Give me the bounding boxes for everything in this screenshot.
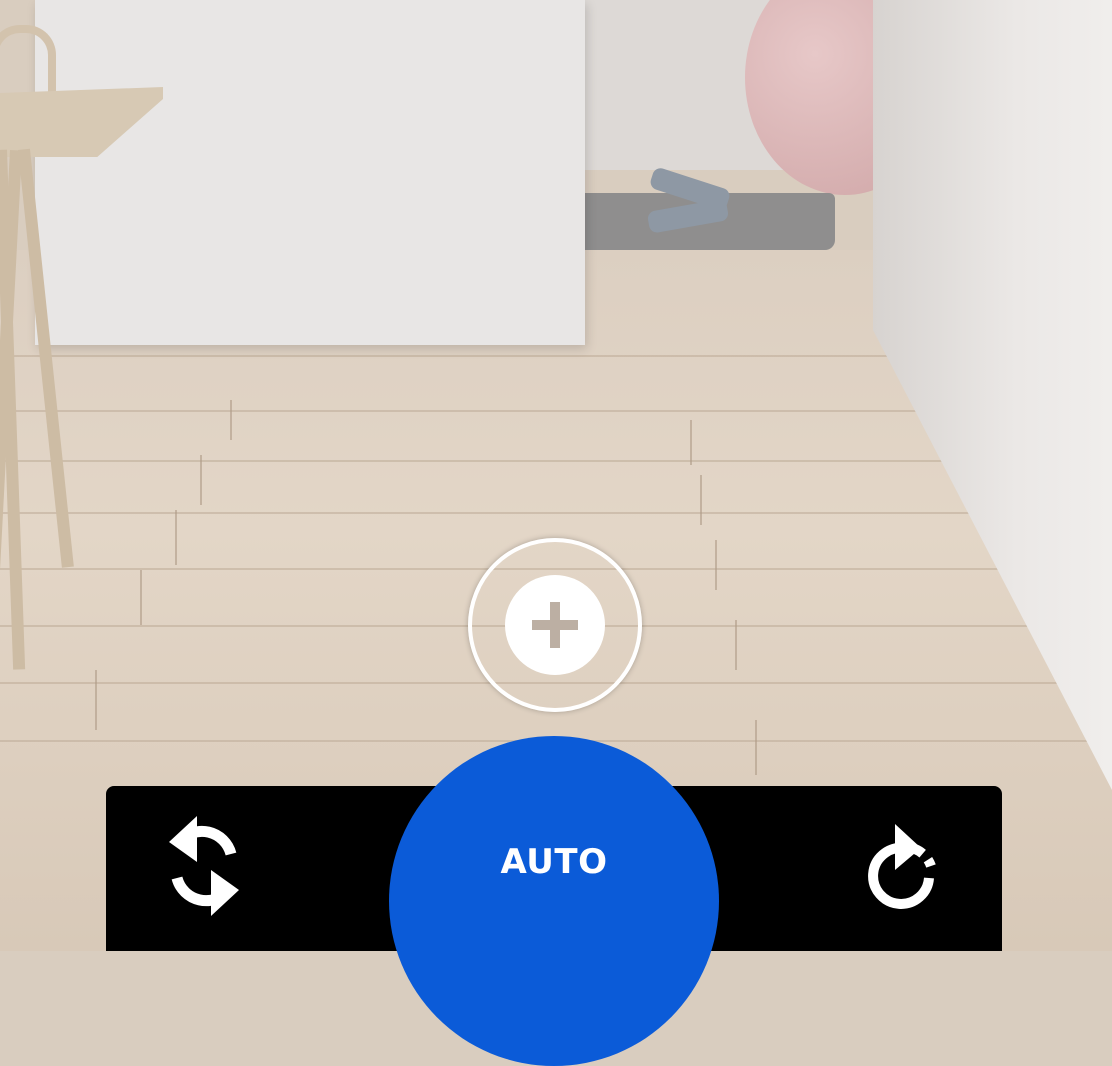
plus-icon [532, 602, 578, 648]
add-button-inner [505, 575, 605, 675]
rotate-dashed-button[interactable] [861, 821, 951, 911]
auto-label: AUTO [500, 842, 608, 882]
rotate-refresh-button[interactable] [159, 816, 249, 916]
rotate-refresh-icon [169, 816, 239, 916]
partition-wall [35, 0, 585, 345]
auto-button[interactable]: AUTO [389, 736, 719, 1066]
add-button[interactable] [468, 538, 642, 712]
rotate-dashed-icon [868, 824, 936, 909]
